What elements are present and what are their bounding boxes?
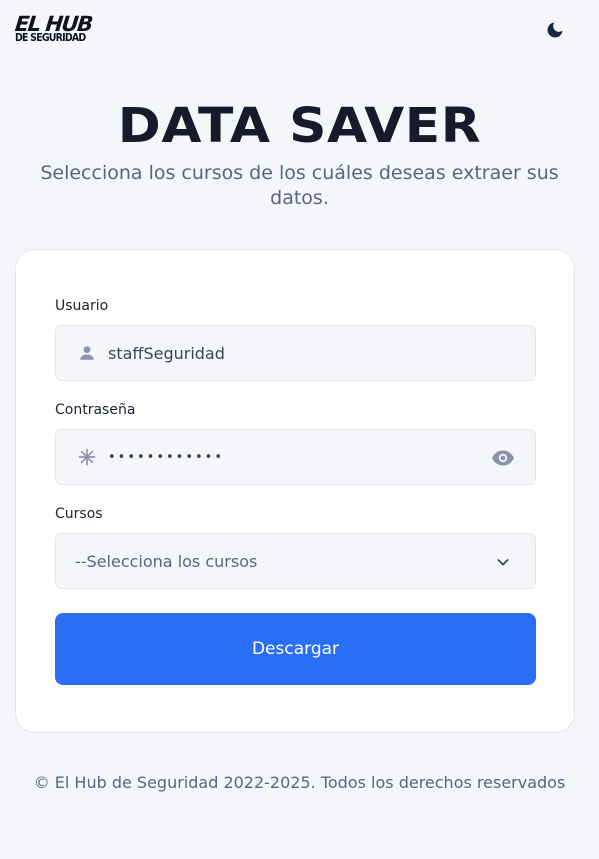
page: EL HUB DE SEGURIDAD DATA SAVER Seleccion…: [0, 0, 599, 859]
courses-selected-value: --Selecciona los cursos: [75, 551, 258, 571]
asterisk-icon: [76, 446, 98, 468]
password-field[interactable]: ••••••••••••: [55, 429, 536, 485]
username-value: staffSeguridad: [108, 343, 225, 363]
form-card: Usuario staffSeguridad Contraseña ••••••…: [15, 249, 575, 733]
user-icon: [76, 342, 98, 364]
moon-icon: [545, 20, 565, 44]
theme-toggle-button[interactable]: [541, 18, 569, 46]
download-button[interactable]: Descargar: [55, 613, 536, 685]
logo[interactable]: EL HUB DE SEGURIDAD: [13, 12, 93, 44]
username-field[interactable]: staffSeguridad: [55, 325, 536, 381]
password-label: Contraseña: [55, 402, 136, 418]
page-subtitle: Selecciona los cursos de los cuáles dese…: [40, 162, 559, 209]
page-title: DATA SAVER: [117, 98, 482, 154]
footer-copyright: © El Hub de Seguridad 2022-2025. Todos l…: [33, 773, 566, 792]
username-label: Usuario: [55, 298, 109, 314]
password-value: ••••••••••••: [108, 449, 225, 465]
eye-icon[interactable]: [491, 446, 515, 470]
logo-line-1: EL HUB: [13, 12, 93, 36]
courses-label: Cursos: [55, 506, 103, 522]
chevron-down-icon: [491, 550, 515, 574]
courses-select[interactable]: --Selecciona los cursos: [55, 533, 536, 589]
